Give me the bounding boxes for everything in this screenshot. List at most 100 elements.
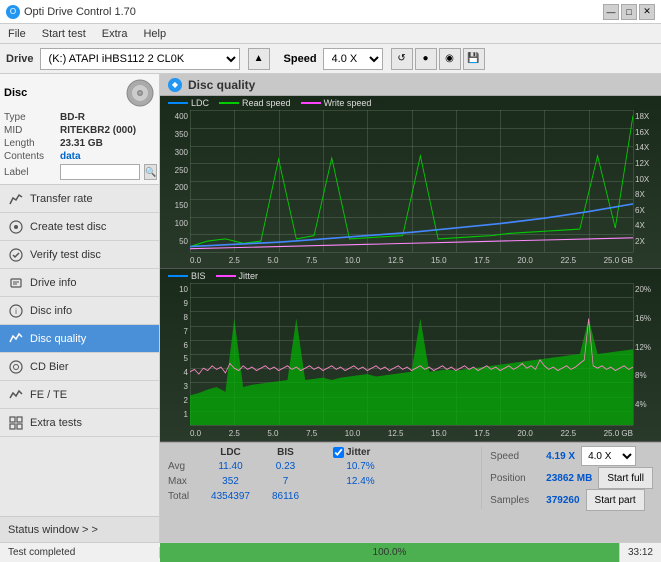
chart1-y-axis-right: 18X 16X 14X 12X 10X 8X 6X 4X 2X: [633, 110, 661, 248]
sidebar-item-create-test-disc[interactable]: Create test disc: [0, 213, 159, 241]
sidebar-item-transfer-rate[interactable]: Transfer rate: [0, 185, 159, 213]
disc-label-row: Label 🔍: [4, 164, 155, 180]
total-ldc: 4354397: [203, 491, 258, 502]
sidebar-fe-te-label: FE / TE: [30, 389, 151, 401]
chart1-container: LDC Read speed Write speed 400 350 300: [160, 96, 661, 269]
bis-label: BIS: [191, 271, 206, 281]
sidebar-item-fe-te[interactable]: FE / TE: [0, 381, 159, 409]
max-bis: 7: [258, 476, 313, 487]
stats-section: LDC BIS Jitter Avg 11.40 0.23 10.7%: [168, 447, 469, 509]
content-area: ◆ Disc quality LDC Read speed: [160, 74, 661, 542]
disc-type-label: Type: [4, 112, 56, 123]
samples-row: Samples 379260 Start part: [490, 491, 653, 509]
chart1-y-axis-left: 400 350 300 250 200 150 100 50: [160, 110, 190, 248]
stats-max-row: Max 352 7 12.4%: [168, 474, 469, 489]
disc-panel-header: Disc: [4, 78, 155, 108]
write-label: Write speed: [324, 98, 372, 108]
legend-write: Write speed: [301, 98, 372, 108]
menu-start-test[interactable]: Start test: [38, 26, 90, 42]
sidebar-disc-info-label: Disc info: [30, 305, 151, 317]
titlebar: O Opti Drive Control 1.70 — □ ✕: [0, 0, 661, 24]
legend-ldc: LDC: [168, 98, 209, 108]
stats-total-row: Total 4354397 86116: [168, 489, 469, 504]
chart2-x-axis: 0.0 2.5 5.0 7.5 10.0 12.5 15.0 17.5 20.0…: [190, 425, 633, 441]
save-button[interactable]: 💾: [463, 48, 485, 70]
speed-stat-select[interactable]: 4.0 X: [581, 446, 636, 466]
total-label: Total: [168, 491, 203, 502]
speed-icon-1[interactable]: ↺: [391, 48, 413, 70]
sidebar-item-disc-quality[interactable]: Disc quality: [0, 325, 159, 353]
start-part-button[interactable]: Start part: [586, 489, 645, 511]
max-label: Max: [168, 476, 203, 487]
speed-icons: ↺ ● ◉ 💾: [391, 48, 485, 70]
cd-bier-icon: [8, 359, 24, 375]
sidebar-item-drive-info[interactable]: Drive info: [0, 269, 159, 297]
chart2-y-axis-left: 10 9 8 7 6 5 4 3 2 1: [160, 283, 190, 421]
disc-label-input[interactable]: [60, 164, 140, 180]
speed-label: Speed: [284, 53, 317, 65]
sidebar-cd-bier-label: CD Bier: [30, 361, 151, 373]
total-bis: 86116: [258, 491, 313, 502]
avg-label: Avg: [168, 461, 203, 472]
sidebar-create-label: Create test disc: [30, 221, 151, 233]
sidebar-disc-quality-label: Disc quality: [30, 333, 151, 345]
sidebar-drive-info-label: Drive info: [30, 277, 151, 289]
jitter-label: Jitter: [239, 271, 259, 281]
extra-tests-icon: [8, 415, 24, 431]
sidebar: Disc Type BD-R MID RITEKBR2 (000): [0, 74, 160, 542]
sidebar-item-cd-bier[interactable]: CD Bier: [0, 353, 159, 381]
menubar: File Start test Extra Help: [0, 24, 661, 44]
create-disc-icon: [8, 219, 24, 235]
speed-stat-value: 4.19 X: [546, 451, 575, 462]
verify-disc-icon: [8, 247, 24, 263]
quality-header-title: Disc quality: [188, 78, 255, 92]
jitter-header-wrap: Jitter: [333, 447, 370, 458]
disc-contents-value: data: [60, 151, 81, 162]
drive-select[interactable]: (K:) ATAPI iHBS112 2 CL0K: [40, 48, 240, 70]
sidebar-extra-tests-label: Extra tests: [30, 417, 151, 429]
ldc-label: LDC: [191, 98, 209, 108]
ldc-col-header: LDC: [203, 447, 258, 458]
bis-color: [168, 275, 188, 277]
samples-value: 379260: [546, 495, 579, 506]
jitter-checkbox[interactable]: [333, 447, 344, 458]
disc-mid-label: MID: [4, 125, 56, 136]
write-color: [301, 102, 321, 104]
titlebar-left: O Opti Drive Control 1.70: [6, 5, 136, 19]
disc-contents-row: Contents data: [4, 151, 155, 162]
quality-header-icon: ◆: [168, 78, 182, 92]
disc-contents-label: Contents: [4, 151, 56, 162]
speed-stat-label: Speed: [490, 451, 540, 462]
titlebar-controls: — □ ✕: [603, 4, 655, 20]
menu-help[interactable]: Help: [139, 26, 170, 42]
drivebar: Drive (K:) ATAPI iHBS112 2 CL0K ▲ Speed …: [0, 44, 661, 74]
disc-label-label: Label: [4, 167, 56, 178]
svg-text:i: i: [15, 307, 17, 316]
sidebar-item-verify-test-disc[interactable]: Verify test disc: [0, 241, 159, 269]
speed-row: Speed 4.19 X 4.0 X: [490, 447, 653, 465]
start-full-button[interactable]: Start full: [598, 467, 653, 489]
chart2-legend: BIS Jitter: [168, 271, 258, 281]
legend-jitter: Jitter: [216, 271, 259, 281]
max-jitter: 12.4%: [333, 476, 388, 487]
menu-file[interactable]: File: [4, 26, 30, 42]
maximize-button[interactable]: □: [621, 4, 637, 20]
read-color: [219, 102, 239, 104]
sidebar-menu: Transfer rate Create test disc Verify te…: [0, 185, 159, 516]
close-button[interactable]: ✕: [639, 4, 655, 20]
drive-label: Drive: [6, 53, 34, 65]
menu-extra[interactable]: Extra: [98, 26, 132, 42]
speed-select[interactable]: 4.0 X: [323, 48, 383, 70]
minimize-button[interactable]: —: [603, 4, 619, 20]
fe-te-icon: [8, 387, 24, 403]
eject-button[interactable]: ▲: [248, 48, 270, 70]
status-window-button[interactable]: Status window > >: [0, 516, 159, 542]
sidebar-item-extra-tests[interactable]: Extra tests: [0, 409, 159, 437]
disc-icon: [125, 78, 155, 108]
sidebar-item-disc-info[interactable]: i Disc info: [0, 297, 159, 325]
label-search-button[interactable]: 🔍: [144, 164, 157, 180]
max-ldc: 352: [203, 476, 258, 487]
speed-icon-2[interactable]: ●: [415, 48, 437, 70]
disc-quality-icon: [8, 331, 24, 347]
speed-icon-3[interactable]: ◉: [439, 48, 461, 70]
